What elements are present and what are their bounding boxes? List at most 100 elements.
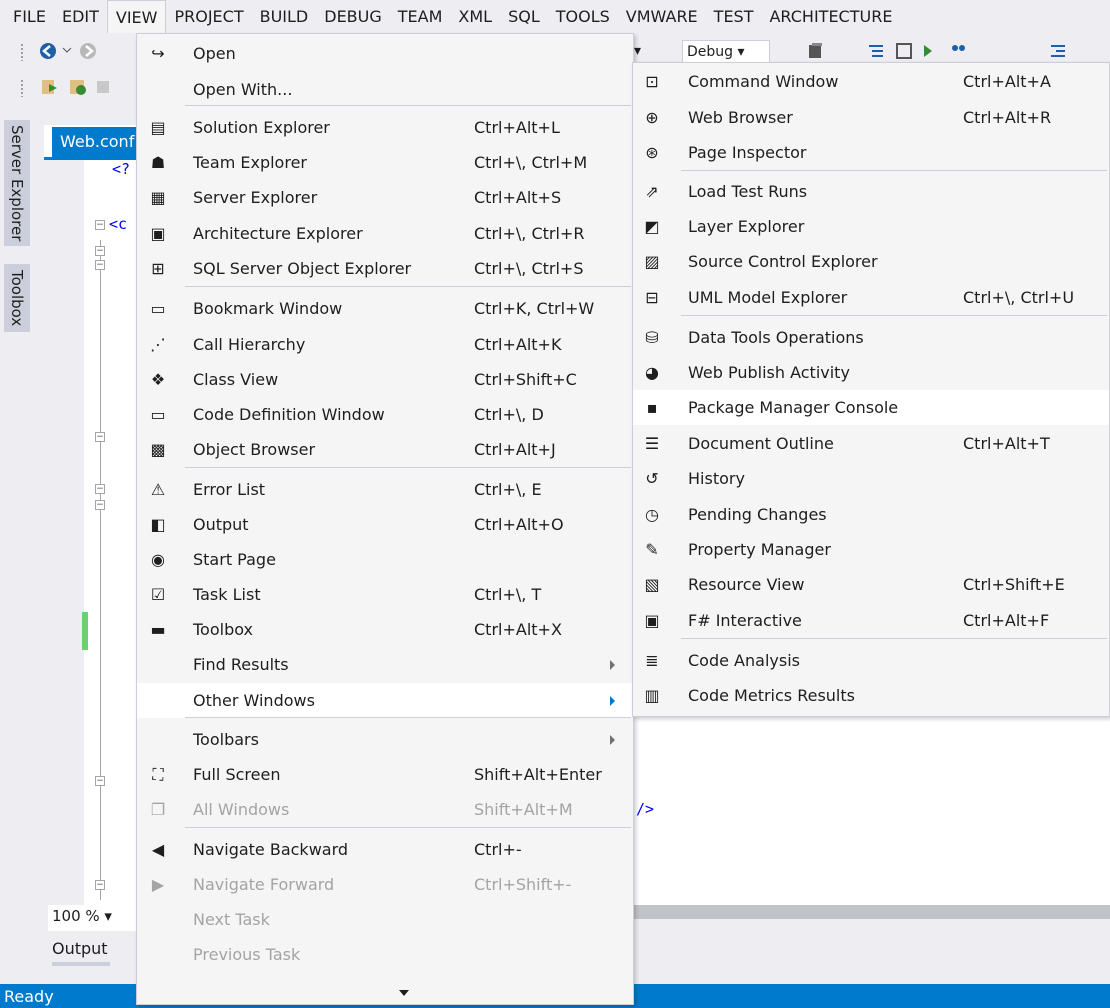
menu-sql[interactable]: SQL <box>500 0 548 33</box>
menu-item-open-with[interactable]: Open With... <box>137 72 633 107</box>
more-items-arrow-icon[interactable] <box>399 990 409 996</box>
fold-toggle-icon[interactable]: − <box>95 246 105 256</box>
menu-item-toolbars[interactable]: Toolbars <box>137 722 633 757</box>
back-dropdown-icon[interactable] <box>62 45 72 55</box>
menu-view[interactable]: VIEW <box>106 0 167 34</box>
code-fragment: /> <box>636 800 655 818</box>
menu-item-start-page[interactable]: ◉ Start Page <box>137 542 633 577</box>
format-icon[interactable] <box>866 41 886 61</box>
menu-vmware[interactable]: VMWARE <box>618 0 706 33</box>
menu-item-open[interactable]: ↪ Open <box>137 36 633 71</box>
config-combo[interactable]: Debug ▾ <box>682 40 770 64</box>
fold-toggle-icon[interactable]: − <box>95 880 105 890</box>
menu-build[interactable]: BUILD <box>252 0 317 33</box>
menu-item-architecture-explorer[interactable]: ▣ Architecture Explorer Ctrl+\, Ctrl+R <box>137 216 633 251</box>
menu-file[interactable]: FILE <box>5 0 54 33</box>
menu-project[interactable]: PROJECT <box>166 0 251 33</box>
fold-toggle-icon[interactable]: − <box>95 220 105 230</box>
menu-item-package-manager-console[interactable]: ▪ Package Manager Console <box>633 390 1109 425</box>
menu-debug[interactable]: DEBUG <box>316 0 390 33</box>
menu-item-source-control-explorer[interactable]: ▨ Source Control Explorer <box>633 244 1109 279</box>
menu-team[interactable]: TEAM <box>390 0 451 33</box>
toolbox-tab[interactable]: Toolbox <box>4 264 30 332</box>
menu-item-all-windows[interactable]: ❐ All Windows Shift+Alt+M <box>137 792 633 827</box>
menu-item-command-window[interactable]: ⊡ Command Window Ctrl+Alt+A <box>633 64 1109 99</box>
fold-toggle-icon[interactable]: − <box>95 432 105 442</box>
menu-item-code-metrics-results[interactable]: ▥ Code Metrics Results <box>633 678 1109 713</box>
menu-item-data-tools-operations[interactable]: ⛁ Data Tools Operations <box>633 320 1109 355</box>
menu-xml[interactable]: XML <box>450 0 500 33</box>
menu-item-layer-explorer[interactable]: ◩ Layer Explorer <box>633 209 1109 244</box>
menu-item-call-hierarchy[interactable]: ⋰ Call Hierarchy Ctrl+Alt+K <box>137 327 633 362</box>
code-analysis-icon: ≣ <box>645 651 659 670</box>
menu-item-web-publish-activity[interactable]: ◕ Web Publish Activity <box>633 355 1109 390</box>
fold-toggle-icon[interactable]: − <box>95 776 105 786</box>
menu-item-team-explorer[interactable]: ☗ Team Explorer Ctrl+\, Ctrl+M <box>137 145 633 180</box>
fold-toggle-icon[interactable]: − <box>95 500 105 510</box>
indent-icon[interactable] <box>1048 41 1068 61</box>
menu-item-navigate-forward[interactable]: ▶ Navigate Forward Ctrl+Shift+- <box>137 867 633 902</box>
menu-tools[interactable]: TOOLS <box>548 0 618 33</box>
menu-item-task-list[interactable]: ☑ Task List Ctrl+\, T <box>137 577 633 612</box>
toolbar-grip[interactable] <box>20 43 24 61</box>
menu-item-f-interactive[interactable]: ▣ F# Interactive Ctrl+Alt+F <box>633 603 1109 638</box>
design-icon[interactable] <box>894 41 914 61</box>
web-browser-icon: ⊕ <box>645 108 659 127</box>
start-debug-icon[interactable] <box>40 77 60 97</box>
output-icon: ◧ <box>150 515 166 534</box>
menu-item-web-browser[interactable]: ⊕ Web Browser Ctrl+Alt+R <box>633 100 1109 135</box>
menu-item-load-test-runs[interactable]: ⇗ Load Test Runs <box>633 174 1109 209</box>
toolbar-grip[interactable] <box>20 79 24 97</box>
menu-separator <box>185 827 631 828</box>
menu-item-error-list[interactable]: ⚠ Error List Ctrl+\, E <box>137 472 633 507</box>
disabled-tool-icon[interactable] <box>94 77 114 97</box>
web-publish-icon: ◕ <box>645 363 659 382</box>
menu-item-class-view[interactable]: ❖ Class View Ctrl+Shift+C <box>137 362 633 397</box>
menu-item-next-task[interactable]: Next Task <box>137 902 633 937</box>
menu-architecture[interactable]: ARCHITECTURE <box>761 0 900 33</box>
people-icon[interactable] <box>948 41 968 61</box>
outline-guide <box>100 240 101 900</box>
build-icon[interactable] <box>920 41 940 61</box>
menu-item-pending-changes[interactable]: ◷ Pending Changes <box>633 497 1109 532</box>
menu-item-sql-server-object-explorer[interactable]: ⊞ SQL Server Object Explorer Ctrl+\, Ctrl+… <box>137 251 633 286</box>
navigate-forward-icon[interactable] <box>78 41 98 61</box>
menu-item-output[interactable]: ◧ Output Ctrl+Alt+O <box>137 507 633 542</box>
menu-item-code-definition-window[interactable]: ▭ Code Definition Window Ctrl+\, D <box>137 397 633 432</box>
menu-item-label: Toolbars <box>193 730 259 749</box>
open-icon: ↪ <box>151 44 165 63</box>
attach-debug-icon[interactable] <box>68 77 88 97</box>
menu-item-resource-view[interactable]: ▧ Resource View Ctrl+Shift+E <box>633 567 1109 602</box>
solution-config-icon[interactable] <box>806 41 826 61</box>
menu-edit[interactable]: EDIT <box>54 0 107 33</box>
menu-item-label: Web Publish Activity <box>688 363 850 382</box>
output-tab[interactable]: Output <box>52 932 108 966</box>
menu-item-server-explorer[interactable]: ▦ Server Explorer Ctrl+Alt+S <box>137 180 633 215</box>
fold-toggle-icon[interactable]: − <box>95 260 105 270</box>
zoom-combo[interactable]: 100 % ▾ <box>48 905 138 931</box>
menu-item-code-analysis[interactable]: ≣ Code Analysis <box>633 643 1109 678</box>
menu-item-history[interactable]: ↺ History <box>633 461 1109 496</box>
fold-toggle-icon[interactable]: − <box>95 484 105 494</box>
menu-item-label: Previous Task <box>193 945 301 964</box>
platform-combo-tail[interactable]: ▾ <box>634 40 641 62</box>
menu-item-previous-task[interactable]: Previous Task <box>137 937 633 972</box>
error-list-icon: ⚠ <box>150 480 166 499</box>
menu-item-object-browser[interactable]: ▩ Object Browser Ctrl+Alt+J <box>137 432 633 467</box>
menu-item-document-outline[interactable]: ☰ Document Outline Ctrl+Alt+T <box>633 426 1109 461</box>
document-tab[interactable]: Web.conf <box>52 127 148 157</box>
menu-item-property-manager[interactable]: ✎ Property Manager <box>633 532 1109 567</box>
menu-item-other-windows[interactable]: Other Windows <box>137 683 633 718</box>
menu-item-navigate-backward[interactable]: ◀ Navigate Backward Ctrl+- <box>137 832 633 867</box>
menu-item-solution-explorer[interactable]: ▤ Solution Explorer Ctrl+Alt+L <box>137 110 633 145</box>
menu-item-uml-model-explorer[interactable]: ⊟ UML Model Explorer Ctrl+\, Ctrl+U <box>633 280 1109 315</box>
menu-item-find-results[interactable]: Find Results <box>137 647 633 682</box>
menu-item-label: Navigate Forward <box>193 875 335 894</box>
menu-item-full-screen[interactable]: ⛶ Full Screen Shift+Alt+Enter <box>137 757 633 792</box>
menu-item-toolbox[interactable]: ▬ Toolbox Ctrl+Alt+X <box>137 612 633 647</box>
menu-test[interactable]: TEST <box>706 0 762 33</box>
navigate-back-icon[interactable] <box>38 41 58 61</box>
server-explorer-tab[interactable]: Server Explorer <box>4 120 30 246</box>
menu-item-page-inspector[interactable]: ⊛ Page Inspector <box>633 135 1109 170</box>
menu-item-bookmark-window[interactable]: ▭ Bookmark Window Ctrl+K, Ctrl+W <box>137 291 633 326</box>
